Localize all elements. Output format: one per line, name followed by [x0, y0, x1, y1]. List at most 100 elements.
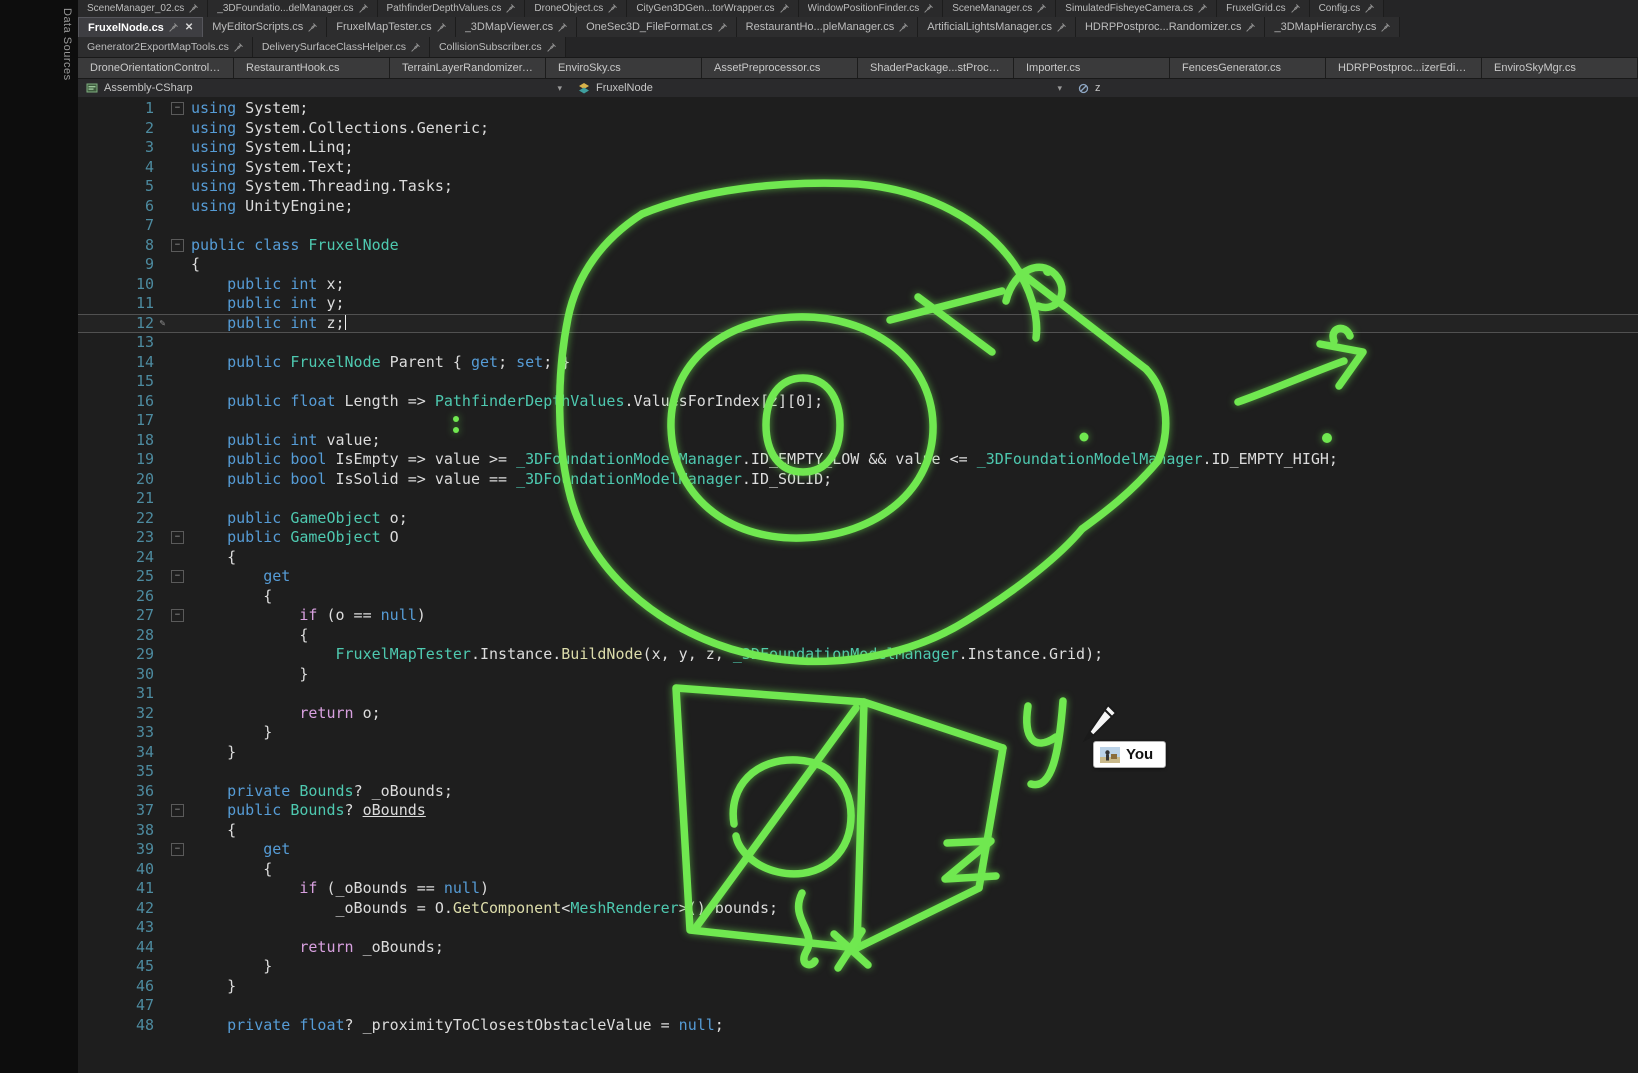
fold-marker[interactable]: − — [171, 102, 184, 115]
tab-fruxelgrid-cs[interactable]: FruxelGrid.cs — [1217, 0, 1309, 17]
pin-icon[interactable] — [718, 23, 727, 32]
fold-marker[interactable]: − — [171, 843, 184, 856]
code-line[interactable]: 21 — [78, 489, 1638, 509]
pin-icon[interactable] — [189, 4, 198, 13]
code-line[interactable]: 36 private Bounds? _oBounds; — [78, 782, 1638, 802]
tab-fruxelmaptester-cs[interactable]: FruxelMapTester.cs — [327, 17, 455, 37]
chevron-down-icon[interactable]: ▾ — [1057, 83, 1062, 94]
tab-generator2exportmaptools-cs[interactable]: Generator2ExportMapTools.cs — [78, 37, 253, 57]
pin-icon[interactable] — [1365, 4, 1374, 13]
code-line[interactable]: 2using System.Collections.Generic; — [78, 119, 1638, 139]
code-line[interactable]: 10 public int x; — [78, 275, 1638, 295]
code-line[interactable]: 24 { — [78, 548, 1638, 568]
pin-icon[interactable] — [1381, 23, 1390, 32]
code-line[interactable]: 20 public bool IsSolid => value == _3DFo… — [78, 470, 1638, 490]
tab-hdrppostproc-randomizer-cs[interactable]: HDRPPostproc...Randomizer.cs — [1076, 17, 1266, 37]
code-line[interactable]: 48 private float? _proximityToClosestObs… — [78, 1016, 1638, 1036]
member-dropdown[interactable]: z — [1070, 79, 1109, 97]
code-line[interactable]: 7 — [78, 216, 1638, 236]
tab-assetpreprocessor-cs[interactable]: AssetPreprocessor.cs — [702, 58, 858, 78]
tab-droneorientationcontroller-cs[interactable]: DroneOrientationController.cs — [78, 58, 234, 78]
code-line[interactable]: 35 — [78, 762, 1638, 782]
code-line[interactable]: 28 { — [78, 626, 1638, 646]
pin-icon[interactable] — [359, 4, 368, 13]
fold-marker[interactable]: − — [171, 239, 184, 252]
pin-icon[interactable] — [1198, 4, 1207, 13]
project-dropdown[interactable]: Assembly-CSharp ▾ — [78, 79, 570, 97]
code-line[interactable]: 29 FruxelMapTester.Instance.BuildNode(x,… — [78, 645, 1638, 665]
fold-marker[interactable]: − — [171, 609, 184, 622]
tab-artificiallightsmanager-cs[interactable]: ArtificialLightsManager.cs — [918, 17, 1076, 37]
code-line[interactable]: 45 } — [78, 957, 1638, 977]
code-line[interactable]: 22 public GameObject o; — [78, 509, 1638, 529]
code-line[interactable]: 6using UnityEngine; — [78, 197, 1638, 217]
tab-myeditorscripts-cs[interactable]: MyEditorScripts.cs — [203, 17, 327, 37]
chevron-down-icon[interactable]: ▾ — [557, 83, 562, 94]
fold-marker[interactable]: − — [171, 531, 184, 544]
code-line[interactable]: 4using System.Text; — [78, 158, 1638, 178]
tab-citygen3dgen-torwrapper-cs[interactable]: CityGen3DGen...torWrapper.cs — [627, 0, 798, 17]
code-line[interactable]: 8−public class FruxelNode — [78, 236, 1638, 256]
close-icon[interactable]: ✕ — [183, 22, 193, 33]
pin-icon[interactable] — [308, 23, 317, 32]
code-line[interactable]: 18 public int value; — [78, 431, 1638, 451]
pin-icon[interactable] — [506, 4, 515, 13]
code-line[interactable]: 38 { — [78, 821, 1638, 841]
tab-deliverysurfaceclasshelper-cs[interactable]: DeliverySurfaceClassHelper.cs — [253, 37, 430, 57]
tab-droneobject-cs[interactable]: DroneObject.cs — [525, 0, 627, 17]
tab-scenemanager-cs[interactable]: SceneManager.cs — [943, 0, 1056, 17]
pin-icon[interactable] — [234, 43, 243, 52]
tab-scenemanager-02-cs[interactable]: SceneManager_02.cs — [78, 0, 208, 17]
code-line[interactable]: 3using System.Linq; — [78, 138, 1638, 158]
tab-terrainlayerrandomizer-cs[interactable]: TerrainLayerRandomizer.cs — [390, 58, 546, 78]
tab-onesec3d-fileformat-cs[interactable]: OneSec3D_FileFormat.cs — [577, 17, 737, 37]
code-line[interactable]: 30 } — [78, 665, 1638, 685]
pin-icon[interactable] — [547, 43, 556, 52]
pin-icon[interactable] — [1291, 4, 1300, 13]
data-sources-tab[interactable]: Data Sources — [61, 8, 73, 81]
code-line[interactable]: 17 — [78, 411, 1638, 431]
code-line[interactable]: 42 _oBounds = O.GetComponent<MeshRendere… — [78, 899, 1638, 919]
code-line[interactable]: 43 — [78, 918, 1638, 938]
tab-windowpositionfinder-cs[interactable]: WindowPositionFinder.cs — [799, 0, 944, 17]
pin-icon[interactable] — [899, 23, 908, 32]
code-line[interactable]: 37− public Bounds? oBounds — [78, 801, 1638, 821]
pin-icon[interactable] — [437, 23, 446, 32]
pin-icon[interactable] — [924, 4, 933, 13]
code-line[interactable]: 12✎ public int z; — [78, 314, 1638, 334]
tab-config-cs[interactable]: Config.cs — [1310, 0, 1385, 17]
code-line[interactable]: 40 { — [78, 860, 1638, 880]
tab-enviroskymgr-cs[interactable]: EnviroSkyMgr.cs — [1482, 58, 1638, 78]
code-line[interactable]: 32 return o; — [78, 704, 1638, 724]
pin-icon[interactable] — [608, 4, 617, 13]
type-dropdown[interactable]: FruxelNode ▾ — [570, 79, 1070, 97]
fold-marker[interactable]: − — [171, 804, 184, 817]
tab-fencesgenerator-cs[interactable]: FencesGenerator.cs — [1170, 58, 1326, 78]
pin-icon[interactable] — [1057, 23, 1066, 32]
code-line[interactable]: 1−using System; — [78, 99, 1638, 119]
code-line[interactable]: 14 public FruxelNode Parent { get; set; … — [78, 353, 1638, 373]
pin-icon[interactable] — [1246, 23, 1255, 32]
code-line[interactable]: 39− get — [78, 840, 1638, 860]
code-line[interactable]: 15 — [78, 372, 1638, 392]
code-line[interactable]: 34 } — [78, 743, 1638, 763]
code-line[interactable]: 5using System.Threading.Tasks; — [78, 177, 1638, 197]
tab-hdrppostproc-izereditor-cs[interactable]: HDRPPostproc...izerEditor.cs — [1326, 58, 1482, 78]
tab-importer-cs[interactable]: Importer.cs — [1014, 58, 1170, 78]
code-line[interactable]: 41 if (_oBounds == null) — [78, 879, 1638, 899]
code-line[interactable]: 27− if (o == null) — [78, 606, 1638, 626]
code-line[interactable]: 44 return _oBounds; — [78, 938, 1638, 958]
code-line[interactable]: 23− public GameObject O — [78, 528, 1638, 548]
tab-collisionsubscriber-cs[interactable]: CollisionSubscriber.cs — [430, 37, 566, 57]
code-line[interactable]: 19 public bool IsEmpty => value >= _3DFo… — [78, 450, 1638, 470]
tab-restaurantho-plemanager-cs[interactable]: RestaurantHo...pleManager.cs — [737, 17, 919, 37]
code-line[interactable]: 47 — [78, 996, 1638, 1016]
code-line[interactable]: 13 — [78, 333, 1638, 353]
tab-fruxelnode-cs[interactable]: FruxelNode.cs✕ — [78, 17, 203, 37]
code-line[interactable]: 26 { — [78, 587, 1638, 607]
tab-3dfoundatio-delmanager-cs[interactable]: _3DFoundatio...delManager.cs — [208, 0, 377, 17]
pin-icon[interactable] — [558, 23, 567, 32]
code-line[interactable]: 33 } — [78, 723, 1638, 743]
tab-shaderpackage-stprocessor-cs[interactable]: ShaderPackage...stProcessor.cs — [858, 58, 1014, 78]
tab-restauranthook-cs[interactable]: RestaurantHook.cs — [234, 58, 390, 78]
